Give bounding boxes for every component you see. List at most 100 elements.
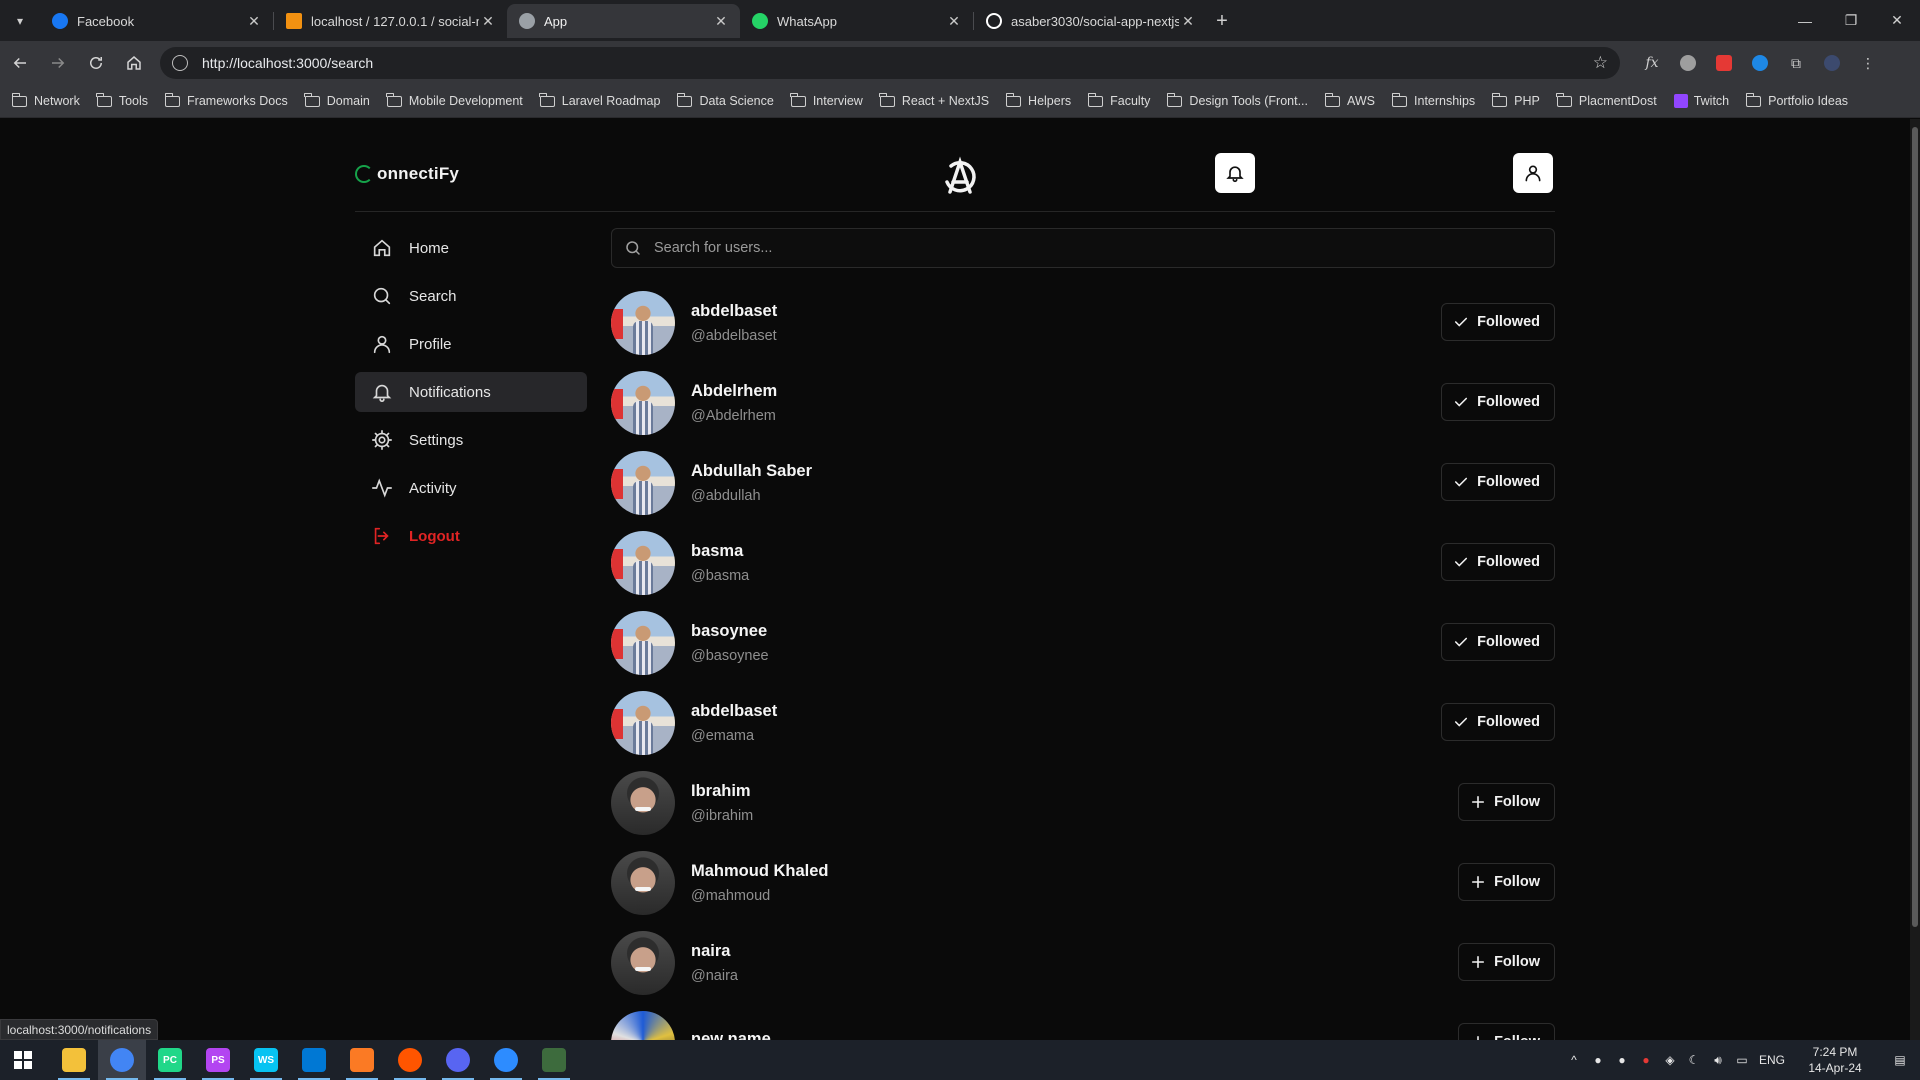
user-name[interactable]: naira [691, 942, 738, 961]
user-name[interactable]: new name [691, 1030, 771, 1040]
user-row[interactable]: Abdelrhem @Abdelrhem Followed [611, 363, 1555, 443]
avatar[interactable] [611, 851, 675, 915]
bookmark-item[interactable]: Design Tools (Front... [1167, 92, 1308, 108]
search-input[interactable] [654, 240, 1514, 256]
bookmark-item[interactable]: PHP [1491, 92, 1540, 108]
taskbar-discord[interactable] [434, 1040, 482, 1080]
tab-close-icon[interactable]: ✕ [945, 13, 963, 30]
bookmark-item[interactable]: Frameworks Docs [164, 92, 288, 108]
url-text[interactable]: http://localhost:3000/search [202, 55, 1593, 71]
extension-fx-icon[interactable]: fx [1634, 48, 1670, 78]
app-logo-icon[interactable] [938, 154, 982, 198]
user-name[interactable]: Mahmoud Khaled [691, 862, 829, 881]
bookmark-item[interactable]: PlacmentDost [1556, 92, 1657, 108]
taskbar-chrome[interactable] [98, 1040, 146, 1080]
sidebar-item-profile[interactable]: Profile [355, 324, 587, 364]
avatar[interactable] [611, 611, 675, 675]
bookmark-item[interactable]: React + NextJS [879, 92, 989, 108]
taskbar-soundcloud[interactable] [386, 1040, 434, 1080]
avatar[interactable] [611, 291, 675, 355]
close-window-button[interactable]: ✕ [1874, 0, 1920, 41]
followed-button[interactable]: Followed [1441, 303, 1555, 341]
user-name[interactable]: basoynee [691, 622, 769, 641]
user-row[interactable]: Abdullah Saber @abdullah Followed [611, 443, 1555, 523]
search-box[interactable] [611, 228, 1555, 268]
user-name[interactable]: basma [691, 542, 749, 561]
clock[interactable]: 7:24 PM 14-Apr-24 [1796, 1044, 1874, 1076]
forward-button[interactable] [40, 45, 76, 81]
taskbar-phpstorm[interactable]: PS [194, 1040, 242, 1080]
followed-button[interactable]: Followed [1441, 383, 1555, 421]
user-row[interactable]: naira @naira Follow [611, 923, 1555, 1003]
bookmark-item[interactable]: Mobile Development [386, 92, 523, 108]
bookmark-item[interactable]: Twitch [1673, 94, 1729, 108]
user-name[interactable]: abdelbaset [691, 702, 777, 721]
chrome-menu-icon[interactable]: ⋮ [1850, 48, 1886, 78]
user-row[interactable]: basoynee @basoynee Followed [611, 603, 1555, 683]
profile-avatar-icon[interactable] [1814, 48, 1850, 78]
bookmark-item[interactable]: Interview [790, 92, 863, 108]
scrollbar-thumb[interactable] [1912, 127, 1918, 927]
tab-close-icon[interactable]: ✕ [712, 13, 730, 30]
bookmark-star-icon[interactable]: ☆ [1593, 53, 1608, 73]
taskbar-app-green[interactable] [530, 1040, 578, 1080]
avatar[interactable] [611, 691, 675, 755]
extension-badge-icon[interactable] [1706, 48, 1742, 78]
extensions-puzzle-icon[interactable]: ⧉ [1778, 48, 1814, 78]
sidebar-item-search[interactable]: Search [355, 276, 587, 316]
taskbar-webstorm[interactable]: WS [242, 1040, 290, 1080]
avatar[interactable] [611, 531, 675, 595]
sidebar-item-activity[interactable]: Activity [355, 468, 587, 508]
tray-record-icon[interactable]: ● [1634, 1053, 1658, 1067]
site-info-icon[interactable] [172, 55, 188, 71]
user-row[interactable]: basma @basma Followed [611, 523, 1555, 603]
home-button[interactable] [116, 45, 152, 81]
user-name[interactable]: Abdullah Saber [691, 462, 812, 481]
sidebar-item-home[interactable]: Home [355, 228, 587, 268]
restore-button[interactable]: ❐ [1828, 0, 1874, 41]
bookmark-item[interactable]: Laravel Roadmap [539, 92, 660, 108]
sidebar-item-logout[interactable]: Logout [355, 516, 587, 556]
user-row[interactable]: new name Follow [611, 1003, 1555, 1040]
new-tab-button[interactable]: + [1207, 4, 1237, 38]
sidebar-item-settings[interactable]: Settings [355, 420, 587, 460]
page-scrollbar[interactable] [1910, 119, 1920, 1040]
tray-moon-icon[interactable]: ☾ [1682, 1053, 1706, 1067]
bookmark-item[interactable]: Helpers [1005, 92, 1071, 108]
followed-button[interactable]: Followed [1441, 463, 1555, 501]
back-button[interactable] [2, 45, 38, 81]
avatar[interactable] [611, 451, 675, 515]
user-name[interactable]: Ibrahim [691, 782, 753, 801]
bookmark-item[interactable]: Domain [304, 92, 370, 108]
user-row[interactable]: abdelbaset @abdelbaset Followed [611, 283, 1555, 363]
reload-button[interactable] [78, 45, 114, 81]
avatar[interactable] [611, 771, 675, 835]
browser-tab[interactable]: Facebook ✕ [40, 4, 273, 38]
sidebar-item-notifications[interactable]: Notifications [355, 372, 587, 412]
profile-button[interactable] [1513, 153, 1553, 193]
tray-app-icon[interactable]: ● [1610, 1053, 1634, 1067]
tab-close-icon[interactable]: ✕ [479, 13, 497, 30]
minimize-button[interactable]: — [1782, 0, 1828, 41]
browser-tab[interactable]: asaber3030/social-app-nextjs ✕ [974, 4, 1207, 38]
extension-incognito-icon[interactable] [1670, 48, 1706, 78]
tab-close-icon[interactable]: ✕ [1179, 13, 1197, 30]
followed-button[interactable]: Followed [1441, 623, 1555, 661]
followed-button[interactable]: Followed [1441, 703, 1555, 741]
taskbar-app-blue[interactable] [482, 1040, 530, 1080]
follow-button[interactable]: Follow [1458, 863, 1555, 901]
start-button[interactable] [0, 1040, 46, 1080]
user-row[interactable]: Mahmoud Khaled @mahmoud Follow [611, 843, 1555, 923]
bookmark-item[interactable]: Faculty [1087, 92, 1150, 108]
notification-center-icon[interactable]: ▤ [1880, 1053, 1920, 1067]
follow-button[interactable]: Follow [1458, 1023, 1555, 1040]
bookmark-item[interactable]: Internships [1391, 92, 1475, 108]
followed-button[interactable]: Followed [1441, 543, 1555, 581]
address-bar[interactable]: http://localhost:3000/search ☆ [160, 47, 1620, 79]
avatar[interactable] [611, 1011, 675, 1040]
tab-close-icon[interactable]: ✕ [245, 13, 263, 30]
taskbar-vscode[interactable] [290, 1040, 338, 1080]
bookmark-item[interactable]: Portfolio Ideas [1745, 92, 1848, 108]
network-icon[interactable]: ▭ [1730, 1053, 1754, 1067]
bookmark-item[interactable]: AWS [1324, 92, 1375, 108]
